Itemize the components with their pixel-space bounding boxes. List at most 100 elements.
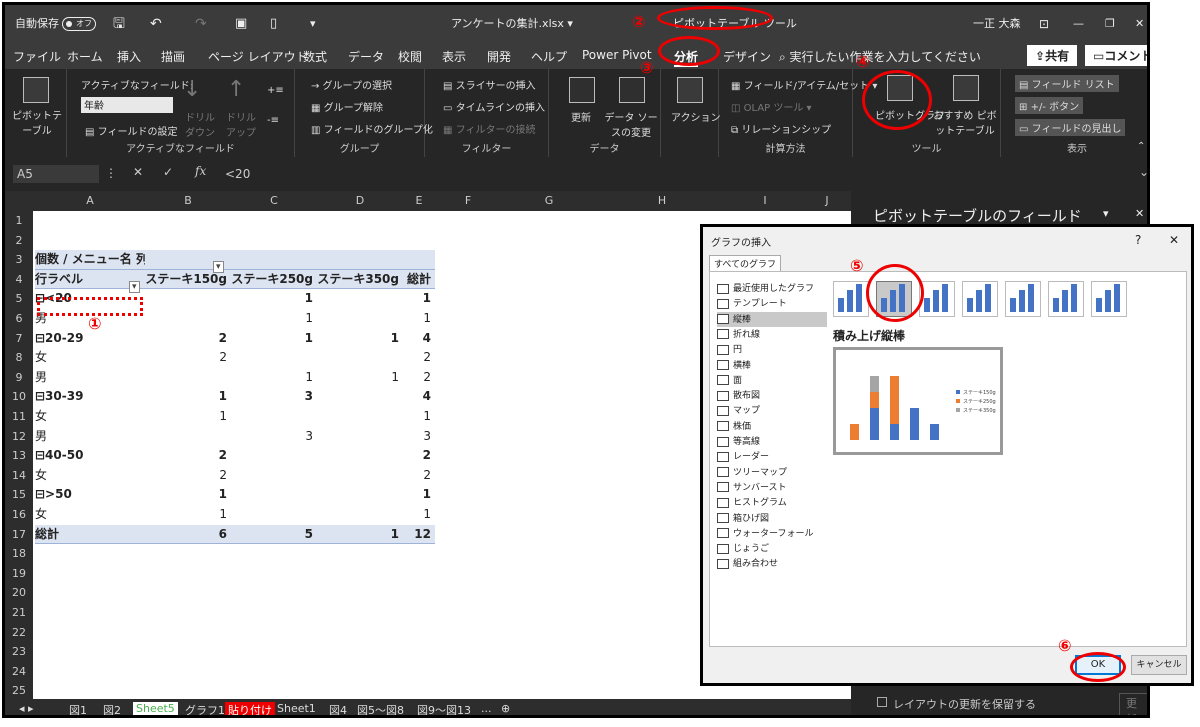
cell-a[interactable] [35,231,145,251]
cell-d[interactable] [317,387,403,407]
cell-b[interactable]: 2 [145,466,231,486]
enter-icon[interactable]: ✓ [163,165,173,179]
defer-update-checkbox[interactable] [877,697,887,707]
cell-d[interactable]: 1 [317,329,403,349]
tab-draw[interactable]: 描画 [161,48,185,65]
chart-type-item[interactable]: ヒストグラム [717,495,827,510]
cell-e[interactable]: 2 [403,348,435,368]
save-icon[interactable]: 🖫 [113,15,125,33]
active-field-input[interactable]: 年齢 [81,97,173,113]
tab-view[interactable]: 表示 [442,48,466,65]
cell-c[interactable] [231,485,317,505]
tab-home[interactable]: ホーム [67,48,103,65]
pane-close-icon[interactable]: ✕ [1135,207,1144,220]
chart-type-item[interactable]: 円 [717,342,827,357]
cell-d[interactable] [317,505,403,525]
cell-a[interactable]: 女 [35,505,145,525]
cell-b[interactable]: 1 [145,505,231,525]
column-header[interactable]: F [435,194,501,207]
chart-type-item[interactable]: ウォーターフォール [717,526,827,541]
plus-minus-button[interactable]: ⊞ +/- ボタン [1015,97,1084,114]
cell-c[interactable]: 3 [231,387,317,407]
row-number[interactable]: 18 [5,544,33,564]
cell-c[interactable] [231,250,317,270]
cell-b[interactable]: 1 [145,485,231,505]
cell-a[interactable]: 女 [35,407,145,427]
filter-connections-button[interactable]: ▦ フィルターの接続 [443,121,535,136]
tab-help[interactable]: ヘルプ [531,48,567,65]
sheet-tab[interactable]: 貼り付け [225,702,275,715]
sheet-tab[interactable]: ... [481,702,492,715]
row-number[interactable]: 20 [5,583,33,603]
row-number[interactable]: 17 [5,524,33,545]
undo-icon[interactable]: ↶ [150,15,162,33]
cell-a[interactable]: ⊟>50 [35,485,145,505]
cell-b[interactable] [145,368,231,388]
chart-type-item[interactable]: 箱ひげ図 [717,511,827,526]
tab-developer[interactable]: 開発 [487,48,511,65]
cell-e[interactable]: 総計 [403,269,435,290]
cell-d[interactable] [317,309,403,329]
pivottable-button[interactable]: ピボットテーブル [9,107,65,137]
row-number[interactable]: 19 [5,563,33,584]
cell-e[interactable]: 1 [403,309,435,329]
drill-down-button[interactable]: ドリル ダウン [183,109,217,139]
row-number[interactable]: 1 [5,211,33,231]
row-number[interactable]: 9 [5,367,33,388]
sheet-tab[interactable]: Sheet1 [277,702,316,715]
cell-e[interactable]: 3 [403,427,435,447]
row-number[interactable]: 10 [5,387,33,407]
row-number[interactable]: 2 [5,230,33,251]
collapse-field-icon[interactable]: -≡ [267,115,279,126]
row-filter-icon[interactable]: ▾ [129,281,140,293]
cell-d[interactable]: 1 [317,524,403,545]
ribbon-display-icon[interactable]: ⊡ [1039,15,1049,33]
cell-e[interactable] [403,250,435,270]
update-button[interactable]: 更新 [1119,693,1147,715]
column-header[interactable]: C [231,194,317,207]
cell-c[interactable]: 1 [231,368,317,388]
cell-e[interactable]: 2 [403,446,435,466]
column-header[interactable]: I [727,194,803,207]
cell-b[interactable]: 1 [145,407,231,427]
tab-design[interactable]: デザイン [723,48,771,65]
row-number[interactable]: 7 [5,328,33,349]
column-header[interactable]: B [145,194,231,207]
field-settings-button[interactable]: ▤ フィールドの設定 [85,123,177,138]
drill-up-button[interactable]: ドリル アップ [221,109,261,139]
row-number[interactable]: 24 [5,661,33,682]
row-number[interactable]: 3 [5,250,33,270]
expand-formula-icon[interactable]: ⌄ [1139,165,1147,179]
row-number[interactable]: 6 [5,309,33,329]
cell-d[interactable] [317,427,403,447]
cell-a[interactable]: 男 [35,427,145,447]
field-headers-button[interactable]: ▭ フィールドの見出し [1015,119,1126,136]
chart-type-item[interactable]: ツリーマップ [717,465,827,480]
cell-b[interactable] [145,211,231,231]
cell-c[interactable] [231,407,317,427]
quick-print-icon[interactable]: ▣ [235,15,247,33]
more-icon[interactable]: ⋮ [105,166,117,180]
share-button[interactable]: ⇪共有 [1027,45,1078,66]
sheet-tab[interactable]: 図2 [103,702,121,715]
sheet-tab[interactable]: 図4 [329,702,347,715]
chart-type-item[interactable]: 散布図 [717,388,827,403]
cell-b[interactable]: 2 [145,348,231,368]
row-number[interactable]: 11 [5,407,33,427]
tab-formulas[interactable]: 数式 [303,48,327,65]
chart-subtype-button[interactable] [833,281,869,317]
cell-b[interactable]: 1 [145,387,231,407]
row-number[interactable]: 16 [5,505,33,525]
cell-d[interactable] [317,348,403,368]
relationships-button[interactable]: ⧉ リレーションシップ [731,121,831,136]
group-selection-button[interactable]: → グループの選択 [311,77,392,92]
tab-page-layout[interactable]: ページ レイアウト [208,48,308,65]
cell-b[interactable]: 6 [145,524,231,545]
chart-type-item[interactable]: 面 [717,373,827,388]
cell-c[interactable] [231,505,317,525]
chart-type-item[interactable]: 株価 [717,419,827,434]
dialog-help-icon[interactable]: ? [1135,233,1141,247]
cell-a[interactable]: 女 [35,466,145,486]
sheet-tab[interactable]: 図5～図8 [357,702,404,715]
cell-a[interactable]: 総計 [35,524,145,545]
